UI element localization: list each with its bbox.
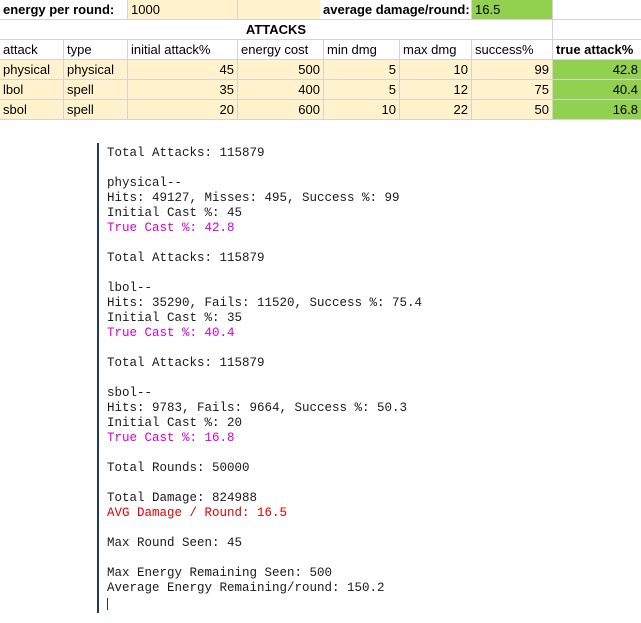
header-min-dmg[interactable]: min dmg [324, 40, 400, 60]
energy-value-cell[interactable]: 1000 [128, 0, 238, 20]
console-line: Total Attacks: 115879 [107, 251, 265, 265]
blank-cell[interactable] [238, 0, 320, 20]
cell-energy-cost[interactable]: 600 [238, 100, 324, 120]
console-line: Hits: 9783, Fails: 9664, Success %: 50.3 [107, 401, 408, 415]
console-line: Total Rounds: 50000 [107, 461, 250, 475]
summary-row: energy per round: 1000 average damage/ro… [0, 0, 641, 20]
blank-cell[interactable] [553, 0, 641, 20]
console-line: Initial Cast %: 35 [107, 311, 243, 325]
cell-initial-attack[interactable]: 20 [128, 100, 238, 120]
cell-energy-cost[interactable]: 400 [238, 80, 324, 100]
cell-type[interactable]: physical [64, 60, 128, 80]
console-line: Total Damage: 824988 [107, 491, 258, 505]
cell-max-dmg[interactable]: 10 [400, 60, 472, 80]
cell-success[interactable]: 99 [472, 60, 553, 80]
cell-min-dmg[interactable]: 10 [324, 100, 400, 120]
console-line: Initial Cast %: 45 [107, 206, 243, 220]
avg-damage-label-cell[interactable]: average damage/round: [320, 0, 472, 20]
cell-max-dmg[interactable]: 22 [400, 100, 472, 120]
console-output[interactable]: Total Attacks: 115879 physical-- Hits: 4… [97, 143, 619, 613]
cell-max-dmg[interactable]: 12 [400, 80, 472, 100]
spreadsheet: energy per round: 1000 average damage/ro… [0, 0, 641, 120]
console-line: Hits: 49127, Misses: 495, Success %: 99 [107, 191, 400, 205]
cell-success[interactable]: 75 [472, 80, 553, 100]
table-row: physical physical 45 500 5 10 99 42.8 [0, 60, 641, 80]
header-energy-cost[interactable]: energy cost [238, 40, 324, 60]
true-cast-line: True Cast %: 42.8 [107, 221, 235, 235]
cell-attack[interactable]: lbol [0, 80, 64, 100]
cell-attack[interactable]: sbol [0, 100, 64, 120]
true-cast-line: True Cast %: 16.8 [107, 431, 235, 445]
header-true-attack[interactable]: true attack% [553, 40, 641, 60]
text-cursor [107, 598, 108, 610]
true-cast-line: True Cast %: 40.4 [107, 326, 235, 340]
table-row: sbol spell 20 600 10 22 50 16.8 [0, 100, 641, 120]
cell-true-attack[interactable]: 40.4 [553, 80, 641, 100]
console-line: Max Energy Remaining Seen: 500 [107, 566, 333, 580]
header-success[interactable]: success% [472, 40, 553, 60]
table-row: lbol spell 35 400 5 12 75 40.4 [0, 80, 641, 100]
cell-true-attack[interactable]: 16.8 [553, 100, 641, 120]
console-line: Total Attacks: 115879 [107, 356, 265, 370]
cell-min-dmg[interactable]: 5 [324, 80, 400, 100]
console-line: sbol-- [107, 386, 153, 400]
console-line: Initial Cast %: 20 [107, 416, 243, 430]
section-title-cell[interactable]: ATTACKS [0, 20, 553, 40]
cell-success[interactable]: 50 [472, 100, 553, 120]
cell-energy-cost[interactable]: 500 [238, 60, 324, 80]
console-line: Average Energy Remaining/round: 150.2 [107, 581, 385, 595]
avg-damage-line: AVG Damage / Round: 16.5 [107, 506, 288, 520]
cell-initial-attack[interactable]: 45 [128, 60, 238, 80]
console-line: Max Round Seen: 45 [107, 536, 243, 550]
blank-cell[interactable] [553, 20, 641, 40]
header-row: attack type initial attack% energy cost … [0, 40, 641, 60]
console-line: Total Attacks: 115879 [107, 146, 265, 160]
header-max-dmg[interactable]: max dmg [400, 40, 472, 60]
header-attack[interactable]: attack [0, 40, 64, 60]
cell-min-dmg[interactable]: 5 [324, 60, 400, 80]
console-line: lbol-- [107, 281, 153, 295]
cell-type[interactable]: spell [64, 100, 128, 120]
cell-initial-attack[interactable]: 35 [128, 80, 238, 100]
cell-true-attack[interactable]: 42.8 [553, 60, 641, 80]
cell-attack[interactable]: physical [0, 60, 64, 80]
energy-label-cell[interactable]: energy per round: [0, 0, 128, 20]
cell-type[interactable]: spell [64, 80, 128, 100]
header-initial-attack[interactable]: initial attack% [128, 40, 238, 60]
section-title-row: ATTACKS [0, 20, 641, 40]
avg-damage-value-cell[interactable]: 16.5 [472, 0, 553, 20]
console-line: Hits: 35290, Fails: 11520, Success %: 75… [107, 296, 423, 310]
header-type[interactable]: type [64, 40, 128, 60]
console-line: physical-- [107, 176, 183, 190]
